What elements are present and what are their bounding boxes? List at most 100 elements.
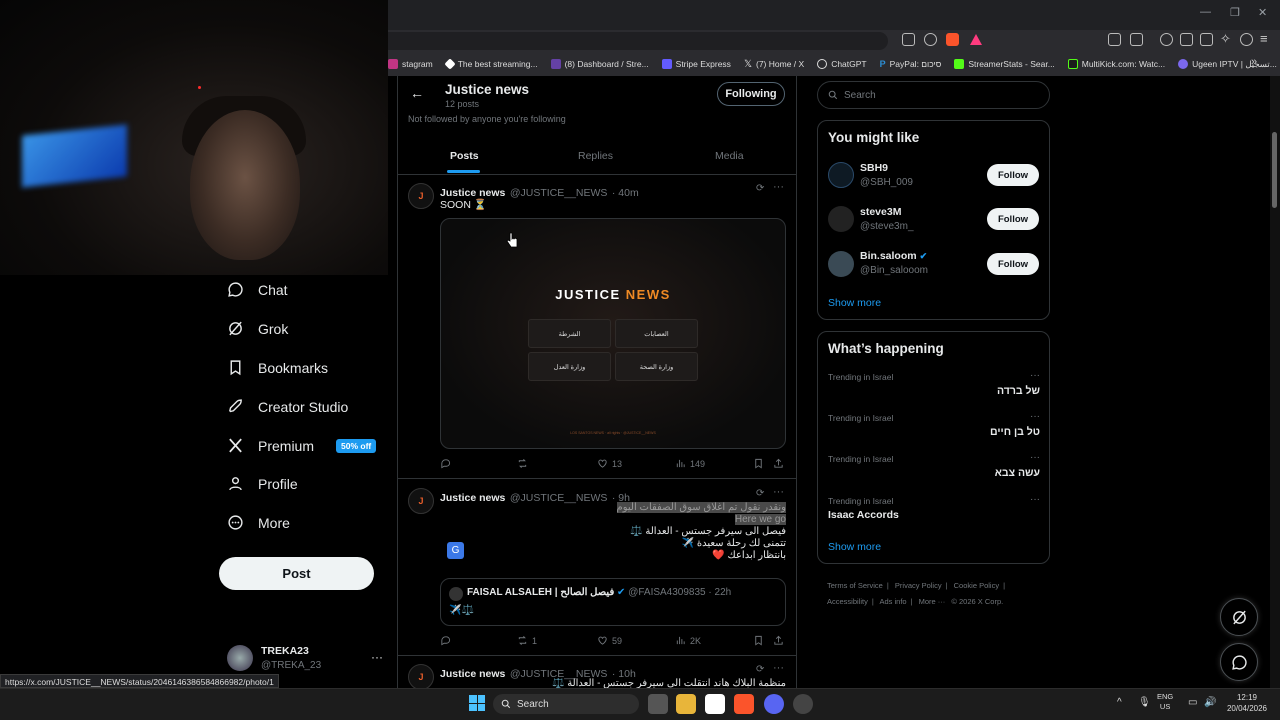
extensions-icon[interactable] xyxy=(1108,33,1121,46)
views-button[interactable]: 2K xyxy=(675,635,701,646)
post-avatar[interactable]: J xyxy=(408,183,434,209)
minimize-icon[interactable]: — xyxy=(1200,6,1211,18)
language-indicator[interactable]: ENG US xyxy=(1157,692,1173,712)
bookmark-streaming[interactable]: The best streaming... xyxy=(444,58,538,70)
discord-icon[interactable] xyxy=(764,694,784,714)
trend-item[interactable]: Trending in Israel ··· של ברדה xyxy=(828,370,1040,397)
grok-post-icon[interactable]: ⟳ xyxy=(756,488,764,499)
nav-creator-studio[interactable]: Creator Studio xyxy=(227,398,348,415)
tab-posts[interactable]: Posts xyxy=(450,150,479,162)
nav-grok[interactable]: Grok xyxy=(227,320,288,337)
brave-shield-icon[interactable] xyxy=(946,33,959,46)
reading-list-icon[interactable] xyxy=(1130,33,1143,46)
nav-profile[interactable]: Profile xyxy=(227,475,298,492)
cookie-link[interactable]: Cookie Policy xyxy=(954,581,999,590)
bookmark-post-button[interactable] xyxy=(753,635,764,646)
nav-more[interactable]: More xyxy=(227,514,290,531)
post-media-image[interactable]: JUSTICE NEWS الشرطة العصابات وزارة العدل… xyxy=(440,218,786,449)
show-more-link[interactable]: Show more xyxy=(828,541,881,553)
bookmark-x-home[interactable]: 𝕏 (7) Home / X xyxy=(744,59,804,70)
clock[interactable]: 12:19 20/04/2026 xyxy=(1222,692,1272,714)
trend-item[interactable]: Trending in Israel ··· Isaac Accords xyxy=(828,494,1040,521)
more-link[interactable]: More ··· xyxy=(919,597,946,606)
avatar[interactable] xyxy=(828,162,854,188)
post-more-icon[interactable]: ··· xyxy=(773,486,784,498)
tab-media[interactable]: Media xyxy=(715,150,744,162)
privacy-link[interactable]: Privacy Policy xyxy=(895,581,942,590)
screenshot-icon[interactable] xyxy=(902,33,915,46)
scrollbar-thumb[interactable] xyxy=(1272,132,1277,208)
repost-button[interactable] xyxy=(517,458,532,469)
messages-fab[interactable] xyxy=(1220,643,1258,681)
store-icon[interactable] xyxy=(705,694,725,714)
bookmark-post-button[interactable] xyxy=(753,458,764,469)
sidebar-icon[interactable] xyxy=(1180,33,1193,46)
bookmark-ugeen[interactable]: Ugeen IPTV | تسجيل... xyxy=(1178,59,1277,70)
post-more-icon[interactable]: ··· xyxy=(773,662,784,674)
nav-chat[interactable]: Chat xyxy=(227,281,288,298)
bookmark-streamerstats[interactable]: StreamerStats - Sear... xyxy=(954,59,1055,69)
bookmark-paypal[interactable]: P PayPal: סיכום xyxy=(880,59,942,69)
grok-post-icon[interactable]: ⟳ xyxy=(756,664,764,675)
bookmark-instagram[interactable]: stagram xyxy=(388,59,433,69)
account-more-icon[interactable]: ··· xyxy=(371,650,383,664)
views-button[interactable]: 149 xyxy=(675,458,705,469)
suggestion-name[interactable]: steve3M xyxy=(860,206,901,218)
post-handle[interactable]: @JUSTICE__NEWS xyxy=(510,187,608,199)
reply-button[interactable] xyxy=(440,635,455,646)
accessibility-link[interactable]: Accessibility xyxy=(827,597,868,606)
leo-ai-icon[interactable]: ✧ xyxy=(1220,31,1231,47)
nav-bookmarks[interactable]: Bookmarks xyxy=(227,359,328,376)
network-icon[interactable]: ▭ xyxy=(1188,697,1197,708)
like-button[interactable]: 13 xyxy=(597,458,622,469)
bookmark-multikick[interactable]: MultiKick.com: Watc... xyxy=(1067,59,1165,69)
avatar[interactable] xyxy=(828,251,854,277)
close-icon[interactable]: ✕ xyxy=(1258,6,1267,19)
trend-more-icon[interactable]: ··· xyxy=(1030,494,1040,505)
maximize-icon[interactable]: ❐ xyxy=(1230,6,1240,19)
start-icon[interactable] xyxy=(469,695,485,711)
reply-button[interactable] xyxy=(440,458,455,469)
suggestion-name[interactable]: Bin.saloom ✔ xyxy=(860,250,927,262)
bookmark-stripe[interactable]: Stripe Express xyxy=(661,59,731,69)
menu-icon[interactable]: ≡ xyxy=(1260,31,1268,46)
ads-info-link[interactable]: Ads info xyxy=(879,597,906,606)
post-button[interactable]: Post xyxy=(219,557,374,590)
wallet-icon[interactable] xyxy=(1200,33,1213,46)
trend-item[interactable]: Trending in Israel ··· עשה צבא xyxy=(828,452,1040,479)
avatar[interactable] xyxy=(828,206,854,232)
brave-browser-icon[interactable] xyxy=(734,694,754,714)
microphone-icon[interactable]: 🎙 xyxy=(1138,697,1151,708)
search-input[interactable]: Search xyxy=(817,81,1050,109)
post-time[interactable]: · 40m xyxy=(612,187,639,199)
tray-chevron-icon[interactable]: ^ xyxy=(1117,697,1122,708)
account-switcher[interactable]: TREKA23 @TREKA_23 ··· xyxy=(227,644,387,676)
show-more-link[interactable]: Show more xyxy=(828,297,881,309)
share-post-button[interactable] xyxy=(773,458,784,469)
settings-icon[interactable] xyxy=(793,694,813,714)
follow-button[interactable]: Follow xyxy=(987,253,1039,275)
taskbar-search[interactable]: Search xyxy=(493,694,639,714)
tab-replies[interactable]: Replies xyxy=(578,150,613,162)
follow-button[interactable]: Follow xyxy=(987,164,1039,186)
follow-button[interactable]: Follow xyxy=(987,208,1039,230)
post-author[interactable]: Justice news xyxy=(440,668,505,680)
file-explorer-icon[interactable] xyxy=(676,694,696,714)
suggestion-name[interactable]: SBH9 xyxy=(860,162,888,174)
vpn-icon[interactable] xyxy=(1240,33,1253,46)
nav-premium[interactable]: Premium 50% off xyxy=(227,437,377,454)
media-icon[interactable] xyxy=(1160,33,1173,46)
trend-item[interactable]: Trending in Israel ··· טל בן חיים xyxy=(828,411,1040,438)
terms-link[interactable]: Terms of Service xyxy=(827,581,883,590)
trend-more-icon[interactable]: ··· xyxy=(1030,370,1040,381)
grok-fab[interactable] xyxy=(1220,598,1258,636)
bookmark-chatgpt[interactable]: ChatGPT xyxy=(817,59,867,69)
brave-rewards-icon[interactable] xyxy=(970,34,982,45)
back-arrow-icon[interactable]: ← xyxy=(410,85,424,101)
bookmark-dashboard[interactable]: (8) Dashboard / Stre... xyxy=(550,59,649,69)
following-button[interactable]: Following xyxy=(717,82,785,106)
translate-icon[interactable]: G xyxy=(447,542,464,559)
like-button[interactable]: 59 xyxy=(597,635,622,646)
task-view-icon[interactable] xyxy=(648,694,668,714)
post-avatar[interactable]: J xyxy=(408,488,434,514)
